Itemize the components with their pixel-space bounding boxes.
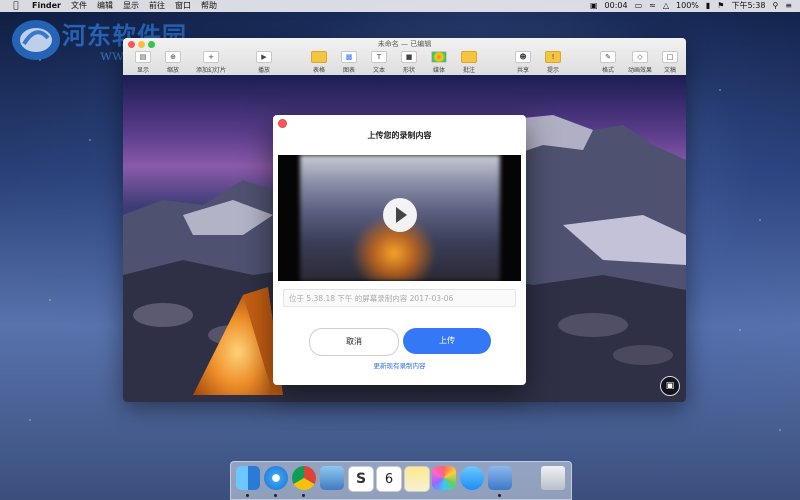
toolbar-table-button[interactable]: 表格	[304, 51, 334, 74]
toolbar-label: 添加幻灯片	[195, 67, 226, 74]
wifi-icon[interactable]: ≈	[649, 0, 656, 12]
play-icon: ▶	[256, 51, 272, 63]
toolbar-label: 表格	[312, 67, 325, 74]
toolbar-add-slide-button[interactable]: + 添加幻灯片	[193, 51, 229, 74]
apple-menu-icon[interactable]: 	[10, 0, 22, 12]
watermark-logo	[12, 20, 60, 60]
toolbar-text-button[interactable]: T 文本	[364, 51, 394, 74]
chrome-icon[interactable]	[292, 466, 316, 490]
toolbar-view-button[interactable]: ▤ 显示	[128, 51, 158, 74]
recording-title-input[interactable]: 位于 5.38.18 下午 的屏幕录制内容 2017-03-06	[283, 289, 516, 307]
toolbar-label: 批注	[462, 67, 475, 74]
toolbar-label: 格式	[601, 67, 614, 74]
photos-icon[interactable]	[432, 466, 456, 490]
calendar-icon[interactable]: 6	[376, 466, 402, 492]
menu-bar:  Finder 文件 编辑 显示 前往 窗口 帮助 ▣ 00:04 ▭ ≈ △…	[0, 0, 800, 12]
preview-icon[interactable]	[320, 466, 344, 490]
slack-icon[interactable]: S	[348, 466, 374, 492]
shape-icon: ■	[401, 51, 417, 63]
running-indicator	[302, 494, 305, 497]
safari-icon[interactable]	[264, 466, 288, 490]
toolbar-label: 形状	[402, 67, 415, 74]
comment-icon	[461, 51, 477, 63]
document-icon: □	[662, 51, 678, 63]
image-library-button[interactable]: ▣	[660, 376, 680, 396]
toolbar: 未命名 — 已编辑 ▤ 显示 ⊕ 缩放 + 添加幻灯片 ▶ 播放 表格 ▩ 图表 T 文本 …	[123, 38, 686, 76]
toolbar-label: 缩放	[166, 67, 179, 74]
menu-clock[interactable]: 下午5:38	[731, 0, 765, 12]
add-slide-icon: +	[203, 51, 219, 63]
toolbar-label: 媒体	[432, 67, 445, 74]
menu-app-name[interactable]: Finder	[32, 0, 61, 12]
toolbar-zoom-button[interactable]: ⊕ 缩放	[158, 51, 188, 74]
toolbar-share-button[interactable]: ☻ 共享	[508, 51, 538, 74]
toolbar-animate-button[interactable]: ◇ 动画效果	[623, 51, 657, 74]
input-flag-icon[interactable]: ⚑	[717, 0, 724, 12]
airplay-icon[interactable]: △	[663, 0, 669, 12]
menu-go[interactable]: 前往	[149, 0, 165, 12]
toolbar-play-button[interactable]: ▶ 播放	[249, 51, 279, 74]
chart-icon: ▩	[341, 51, 357, 63]
animate-icon: ◇	[632, 51, 648, 63]
toolbar-format-button[interactable]: ✎ 格式	[593, 51, 623, 74]
document-title[interactable]: 未命名 — 已编辑	[123, 38, 686, 50]
toolbar-label: 显示	[136, 67, 149, 74]
tips-icon: !	[545, 51, 561, 63]
share-icon: ☻	[515, 51, 531, 63]
finder-icon[interactable]	[236, 466, 260, 490]
upload-recording-dialog: 上传您的录制内容 位于 5.38.18 下午 的屏幕录制内容 2017-03-0…	[273, 115, 526, 385]
text-icon: T	[371, 51, 387, 63]
recording-timer[interactable]: 00:04	[605, 0, 628, 12]
menu-help[interactable]: 帮助	[201, 0, 217, 12]
running-indicator	[498, 494, 501, 497]
record-stop-icon[interactable]: ▣	[590, 0, 598, 12]
toolbar-document-button[interactable]: □ 文稿	[655, 51, 685, 74]
menu-edit[interactable]: 编辑	[97, 0, 113, 12]
toolbar-comment-button[interactable]: 批注	[454, 51, 484, 74]
dialog-title: 上传您的录制内容	[367, 131, 432, 140]
recording-preview[interactable]	[278, 155, 521, 281]
toolbar-label: 提示	[546, 67, 559, 74]
toolbar-label: 动画效果	[627, 67, 652, 74]
spotlight-icon[interactable]: ⚲	[772, 0, 778, 12]
dialog-close-button[interactable]	[278, 119, 287, 128]
trash-icon[interactable]	[541, 466, 565, 490]
media-icon	[431, 51, 447, 63]
menu-file[interactable]: 文件	[71, 0, 87, 12]
keynote-icon[interactable]	[488, 466, 512, 490]
toolbar-label: 文本	[372, 67, 385, 74]
toolbar-chart-button[interactable]: ▩ 图表	[334, 51, 364, 74]
display-icon[interactable]: ▭	[635, 0, 643, 12]
toolbar-label: 共享	[516, 67, 529, 74]
update-existing-recording-link[interactable]: 更新现有录制内容	[273, 360, 526, 370]
toolbar-label: 文稿	[663, 67, 676, 74]
play-icon[interactable]	[383, 198, 417, 232]
upload-button[interactable]: 上传	[403, 328, 491, 354]
messages-icon[interactable]	[460, 466, 484, 490]
view-icon: ▤	[135, 51, 151, 63]
notes-icon[interactable]	[404, 466, 430, 492]
toolbar-shape-button[interactable]: ■ 形状	[394, 51, 424, 74]
battery-icon[interactable]: ▮	[706, 0, 710, 12]
battery-percent[interactable]: 100%	[676, 0, 699, 12]
toolbar-label: 图表	[342, 67, 355, 74]
format-icon: ✎	[600, 51, 616, 63]
running-indicator	[274, 494, 277, 497]
menu-view[interactable]: 显示	[123, 0, 139, 12]
menu-window[interactable]: 窗口	[175, 0, 191, 12]
running-indicator	[246, 494, 249, 497]
notification-center-icon[interactable]: ≡	[785, 0, 792, 12]
dock: S 6	[230, 461, 572, 500]
zoom-icon: ⊕	[165, 51, 181, 63]
toolbar-media-button[interactable]: 媒体	[424, 51, 454, 74]
toolbar-label: 播放	[257, 67, 270, 74]
cancel-button[interactable]: 取消	[309, 328, 399, 356]
table-icon	[311, 51, 327, 63]
toolbar-tips-button[interactable]: ! 提示	[538, 51, 568, 74]
